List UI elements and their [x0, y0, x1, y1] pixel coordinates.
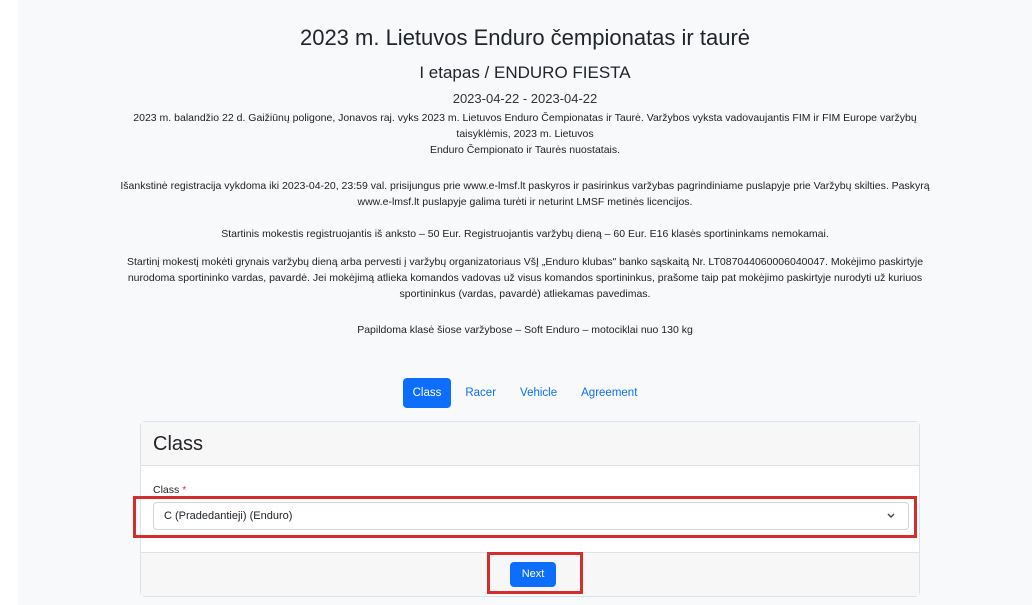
info-paragraph-extra-class: Papildoma klasė šiose varžybose – Soft E…: [357, 324, 693, 336]
info-line: www.e-lmsf.lt puslapyje galima turėti ir…: [357, 196, 693, 208]
event-subtitle: I etapas / ENDURO FIESTA: [419, 63, 631, 82]
wizard-tabs: Class Racer Vehicle Agreement: [18, 378, 1032, 408]
info-paragraph-venue: 2023 m. balandžio 22 d. Gaižiūnų poligon…: [58, 110, 992, 158]
info-paragraph-registration: Išankstinė registracija vykdoma iki 2023…: [58, 178, 992, 210]
info-line: taisyklėmis, 2023 m. Lietuvos: [456, 128, 594, 140]
info-line: sportininkus (vardas, pavardė) atliekama…: [399, 288, 651, 300]
card-body: Class * C (Pradedantieji) (Enduro): [133, 466, 919, 554]
info-paragraph-fee: Startinis mokestis registruojantis iš an…: [221, 228, 829, 240]
class-card: Class Class * C (Pradedantieji) (Enduro)…: [133, 421, 920, 597]
chevron-down-icon: [886, 503, 896, 540]
card-footer: Next: [141, 552, 919, 596]
tab-vehicle[interactable]: Vehicle: [510, 378, 567, 408]
info-paragraph-payment: Startinį mokestį mokėti grynais varžybų …: [58, 254, 992, 302]
event-title: 2023 m. Lietuvos Enduro čempionatas ir t…: [299, 25, 751, 50]
tab-agreement[interactable]: Agreement: [571, 378, 647, 408]
event-dates: 2023-04-22 - 2023-04-22: [452, 91, 598, 106]
required-marker: *: [182, 484, 187, 496]
class-select[interactable]: C (Pradedantieji) (Enduro): [153, 502, 909, 530]
info-line: Startinį mokestį mokėti grynais varžybų …: [126, 256, 924, 268]
tab-racer[interactable]: Racer: [455, 378, 506, 408]
tab-class[interactable]: Class: [402, 378, 452, 408]
card-title: Class: [141, 422, 919, 466]
class-select-value: C (Pradedantieji) (Enduro): [164, 510, 293, 522]
class-label-text: Class: [153, 484, 180, 496]
next-button[interactable]: Next: [510, 562, 556, 587]
page-background: 2023 m. Lietuvos Enduro čempionatas ir t…: [18, 0, 1032, 605]
info-line: nurodoma sportininko vardas, pavardė. Je…: [127, 272, 923, 284]
info-line: Išankstinė registracija vykdoma iki 2023…: [120, 180, 930, 192]
class-field-label: Class *: [153, 484, 186, 496]
info-line: Enduro Čempionato ir Taurės nuostatais.: [429, 144, 621, 156]
info-line: 2023 m. balandžio 22 d. Gaižiūnų poligon…: [133, 112, 917, 124]
